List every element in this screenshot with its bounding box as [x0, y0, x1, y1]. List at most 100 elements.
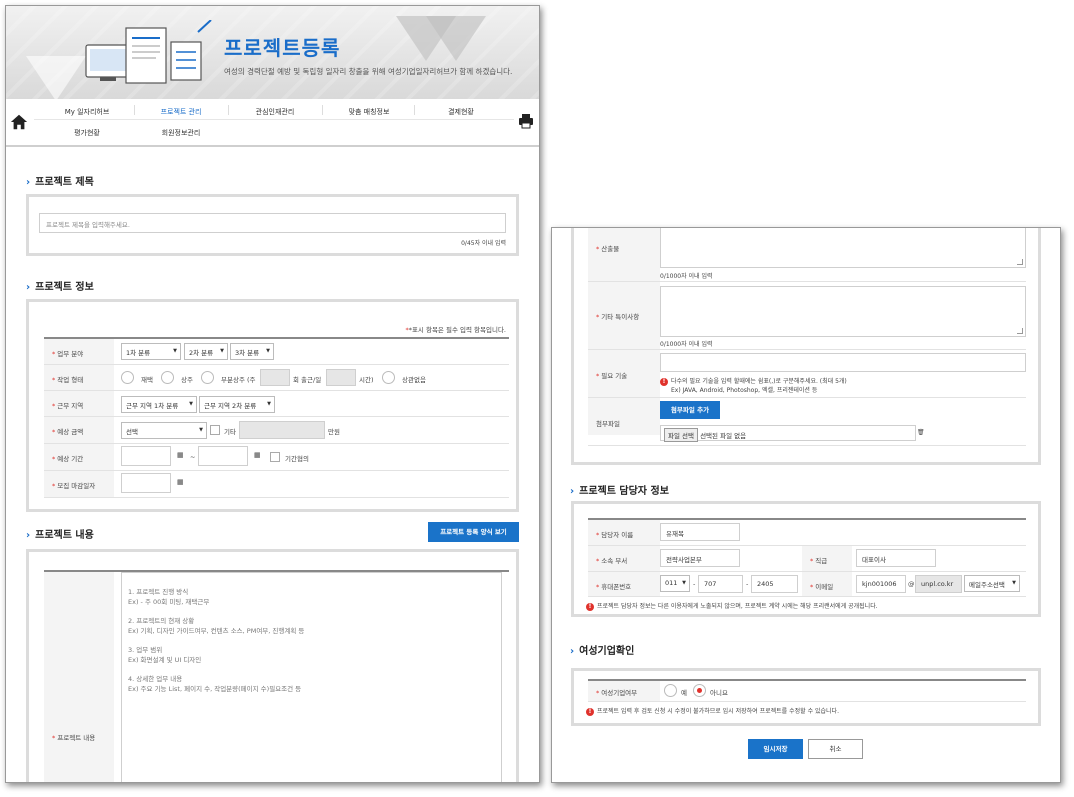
period-start-input[interactable]: [121, 446, 171, 466]
work-type-label: * 작업 형태: [52, 376, 84, 384]
women-enterprise-box: * 여성기업여부 예 아니요 ! 프로젝트 입력 후 검토 신청 시 수정이 불가하…: [571, 668, 1041, 726]
page-banner: 프로젝트등록 여성의 경력단절 예방 및 독립형 일자리 창출을 위해 여성기업…: [6, 6, 539, 99]
work-type-home-label: 재택: [141, 376, 153, 384]
calendar-icon[interactable]: ▦: [177, 451, 184, 459]
attachment-label: 첨부파일: [596, 420, 620, 428]
nav-item-talent-manage[interactable]: 관심인재관리: [230, 107, 320, 117]
amount-etc-checkbox[interactable]: [210, 425, 220, 435]
category-2-select[interactable]: 2차 분류 ▼: [184, 343, 228, 360]
calendar-icon[interactable]: ▦: [177, 478, 184, 486]
nav-item-evaluation[interactable]: 평가현황: [42, 128, 132, 138]
manager-name-input[interactable]: 유재복: [660, 523, 740, 541]
women-yes-radio[interactable]: [664, 684, 677, 697]
project-title-input[interactable]: 프로젝트 제목을 입력해주세요.: [39, 213, 506, 233]
temp-save-button[interactable]: 임시저장: [748, 739, 803, 759]
calendar-icon[interactable]: ▦: [254, 451, 261, 459]
women-enterprise-label: * 여성기업여부: [596, 689, 638, 697]
project-info-heading: › 프로젝트 정보: [26, 282, 94, 293]
women-enterprise-heading: › 여성기업확인: [570, 646, 635, 657]
project-info-box: **표시 항목은 필수 입력 항목입니다. * 업무 분야 1차 분류 ▼ 2차 분…: [26, 299, 519, 512]
region-1-select[interactable]: 근무 지역 1차 분류 ▼: [121, 396, 197, 413]
work-type-onsite-radio[interactable]: [161, 371, 174, 384]
category-1-select[interactable]: 1차 분류 ▼: [121, 343, 181, 360]
deliverables-label: * 산출물: [596, 245, 620, 253]
category-3-select[interactable]: 3차 분류 ▼: [230, 343, 274, 360]
phone-label: * 휴대폰번호: [596, 583, 632, 591]
special-notes-label: * 기타 특이사항: [596, 313, 640, 321]
special-notes-textarea[interactable]: [660, 286, 1026, 337]
partial-hours-unit: 시간): [359, 376, 374, 384]
amount-label: * 예상 금액: [52, 428, 84, 436]
partial-days-unit: 회 출근/일: [293, 376, 322, 384]
phone-last-input[interactable]: 2405: [751, 575, 798, 593]
project-title-counter: 0/45자 이내 입력: [461, 240, 506, 247]
region-2-select[interactable]: 근무 지역 2차 분류 ▼: [199, 396, 275, 413]
email-domain-select[interactable]: 메일주소선택 ▼: [964, 575, 1020, 592]
work-type-partial-radio[interactable]: [201, 371, 214, 384]
partial-hours-input[interactable]: [326, 369, 356, 386]
special-notes-counter: 0/1000자 이내 입력: [660, 341, 713, 348]
email-label: * 이메일: [810, 583, 834, 591]
page-subtitle: 여성의 경력단절 예방 및 독립형 일자리 창출을 위해 여성기업일자리허브가 …: [224, 67, 513, 76]
amount-etc-input[interactable]: [239, 421, 325, 439]
period-label: * 예상 기간: [52, 455, 84, 463]
add-attachment-button[interactable]: 첨부파일 추가: [660, 401, 720, 419]
choose-file-button[interactable]: 파일 선택: [664, 428, 698, 442]
file-input[interactable]: 파일 선택 선택된 파일 없음: [660, 425, 916, 442]
extra-info-box: * 산출물 0/1000자 이내 입력 * 기타 특이사항 0/1000자 이내 입…: [571, 228, 1041, 465]
period-nego-checkbox[interactable]: [270, 452, 280, 462]
email-domain-input[interactable]: unpl.co.kr: [915, 575, 962, 593]
period-tilde: ~: [190, 453, 196, 461]
region-label: * 근무 지역: [52, 402, 84, 410]
manager-name-label: * 담당자 이름: [596, 531, 634, 539]
department-label: * 소속 부서: [596, 557, 628, 565]
manager-info-box: * 담당자 이름 유재복 * 소속 부서 전략사업본부 * 직급 대표이사 * 휴대폰번…: [571, 501, 1041, 617]
women-enterprise-note: ! 프로젝트 입력 후 검토 신청 시 수정이 불가하므로 임시 저장하여 프로젝…: [586, 706, 839, 716]
amount-unit: 만원: [328, 428, 340, 436]
project-title-heading: › 프로젝트 제목: [26, 177, 94, 188]
manager-info-heading: › 프로젝트 담당자 정보: [570, 486, 669, 497]
position-input[interactable]: 대표이사: [856, 549, 936, 567]
at-sign: @: [908, 580, 915, 588]
phone-prefix-select[interactable]: 011 ▼: [660, 575, 690, 592]
project-form-bottom-panel: * 산출물 0/1000자 이내 입력 * 기타 특이사항 0/1000자 이내 입…: [551, 227, 1061, 783]
project-content-label: * 프로젝트 내용: [52, 734, 96, 742]
document-illustration-icon: [85, 20, 212, 84]
trash-icon[interactable]: 🗑: [917, 429, 925, 436]
nav-item-my-hub[interactable]: My 일자리허브: [42, 107, 132, 117]
home-icon[interactable]: [10, 113, 28, 131]
required-note: **표시 항목은 필수 입력 항목입니다.: [405, 326, 506, 334]
nav-item-matching[interactable]: 맞춤 매칭정보: [324, 107, 414, 117]
nav-item-project-manage[interactable]: 프로젝트 관리: [136, 107, 226, 117]
position-label: * 직급: [810, 557, 828, 565]
skills-input[interactable]: [660, 353, 1026, 372]
department-input[interactable]: 전략사업본부: [660, 549, 740, 567]
women-yes-label: 예: [681, 689, 687, 697]
email-id-input[interactable]: kjn001006: [856, 575, 906, 593]
amount-select[interactable]: 선택 ▼: [121, 422, 207, 439]
skills-label: * 필요 기술: [596, 372, 628, 380]
deliverables-counter: 0/1000자 이내 입력: [660, 273, 713, 280]
amount-etc-label: 기타: [224, 428, 236, 436]
project-content-textarea[interactable]: 1. 프로젝트 진행 방식 Ex) - 주 00회 미팅, 재택근무 2. 프로…: [121, 572, 502, 782]
main-navigation: My 일자리허브 프로젝트 관리 관심인재관리 맞춤 매칭정보 결제현황 평가현…: [6, 99, 539, 147]
work-type-any-label: 상관없음: [402, 376, 426, 384]
nav-item-member-info[interactable]: 회원정보관리: [136, 128, 226, 138]
cancel-button[interactable]: 취소: [808, 739, 863, 759]
period-end-input[interactable]: [198, 446, 248, 466]
work-type-home-radio[interactable]: [121, 371, 134, 384]
women-no-radio[interactable]: [693, 684, 706, 697]
deliverables-textarea[interactable]: [660, 228, 1026, 268]
skills-example: Ex) JAVA, Android, Photoshop, 엑셀, 프리젠테이션…: [671, 387, 818, 394]
period-nego-label: 기간협의: [285, 455, 309, 463]
work-type-partial-label: 부분상주 (주: [221, 376, 256, 384]
manager-info-note: ! 프로젝트 담당자 정보는 다른 이용자에게 노출되지 않으며, 프로젝트 계약…: [586, 601, 878, 611]
women-no-label: 아니요: [710, 689, 728, 697]
work-type-any-radio[interactable]: [382, 371, 395, 384]
partial-days-input[interactable]: [260, 369, 290, 386]
view-template-button[interactable]: 프로젝트 등록 양식 보기: [428, 522, 519, 542]
print-icon[interactable]: [518, 113, 534, 129]
nav-item-payment[interactable]: 결제현황: [416, 107, 506, 117]
phone-middle-input[interactable]: 707: [698, 575, 743, 593]
deadline-input[interactable]: [121, 473, 171, 493]
